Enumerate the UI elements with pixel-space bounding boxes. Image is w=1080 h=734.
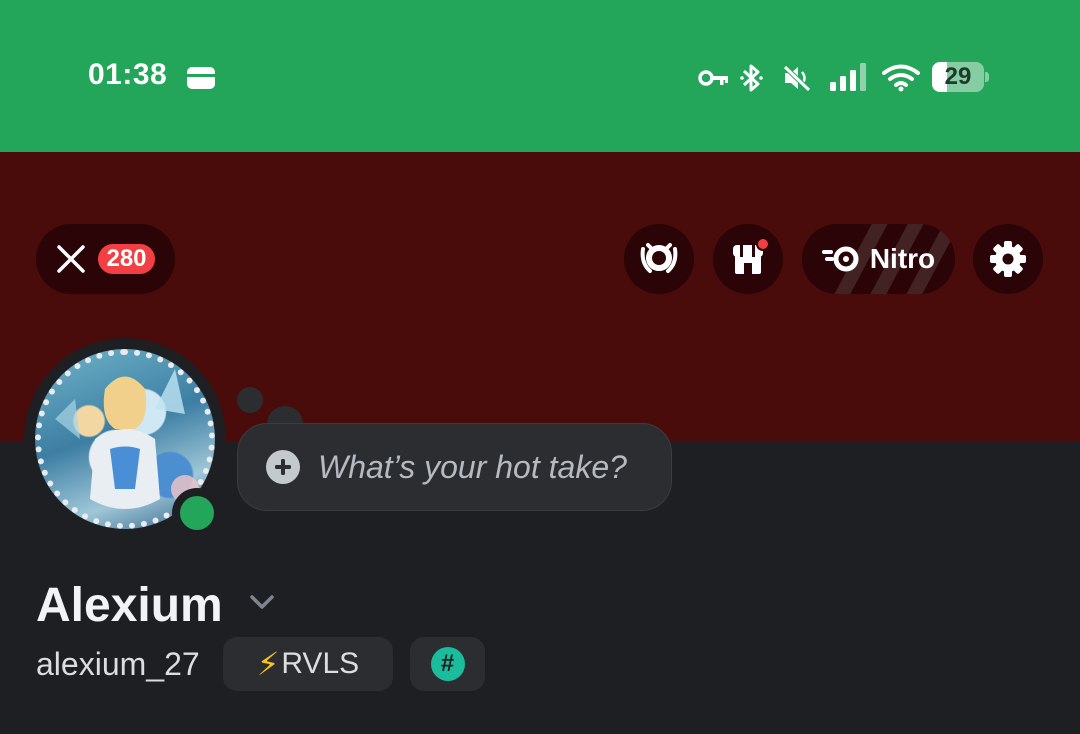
shop-button[interactable]: [713, 224, 783, 294]
nitro-icon: [821, 246, 859, 272]
shop-notification-dot: [756, 237, 770, 251]
laurel-badge-icon: [640, 243, 678, 273]
display-name[interactable]: Alexium: [36, 578, 223, 633]
gear-icon: [990, 241, 1026, 277]
hot-take-placeholder: What’s your hot take?: [318, 448, 627, 485]
wifi-icon: [882, 64, 920, 92]
battery-level: 29: [944, 63, 972, 90]
plus-icon: [266, 450, 300, 484]
achievements-button[interactable]: [624, 224, 694, 294]
notification-badge: 280: [98, 244, 155, 274]
status-bar: 01:38 29: [0, 0, 1080, 152]
chevron-down-icon[interactable]: [248, 592, 276, 612]
online-status-indicator: [180, 496, 214, 530]
settings-button[interactable]: [973, 224, 1043, 294]
server-tag-badge[interactable]: ⚡ RVLS: [223, 637, 393, 691]
thought-bubble-dot-small: [237, 387, 263, 413]
close-icon: [57, 245, 86, 273]
lightning-icon: ⚡: [256, 646, 280, 682]
bluetooth-icon: [740, 64, 763, 92]
hot-take-status-input[interactable]: What’s your hot take?: [237, 423, 672, 511]
hashtag-badge[interactable]: #: [410, 637, 485, 691]
hashtag-icon: #: [430, 647, 465, 681]
signal-icon: [830, 63, 866, 91]
username: alexium_27: [36, 646, 200, 682]
status-time: 01:38: [88, 58, 168, 91]
mute-icon: [783, 65, 811, 92]
close-button[interactable]: 280: [36, 224, 175, 294]
wallet-icon: [187, 67, 215, 89]
vpn-key-icon: [698, 70, 728, 86]
server-tag-label: RVLS: [281, 647, 360, 680]
nitro-label: Nitro: [869, 243, 936, 274]
profile-screen: 01:38 29 280 Nitro What’s your hot take?…: [0, 0, 1080, 734]
nitro-button[interactable]: Nitro: [802, 224, 955, 294]
battery-icon: 29: [932, 62, 989, 92]
